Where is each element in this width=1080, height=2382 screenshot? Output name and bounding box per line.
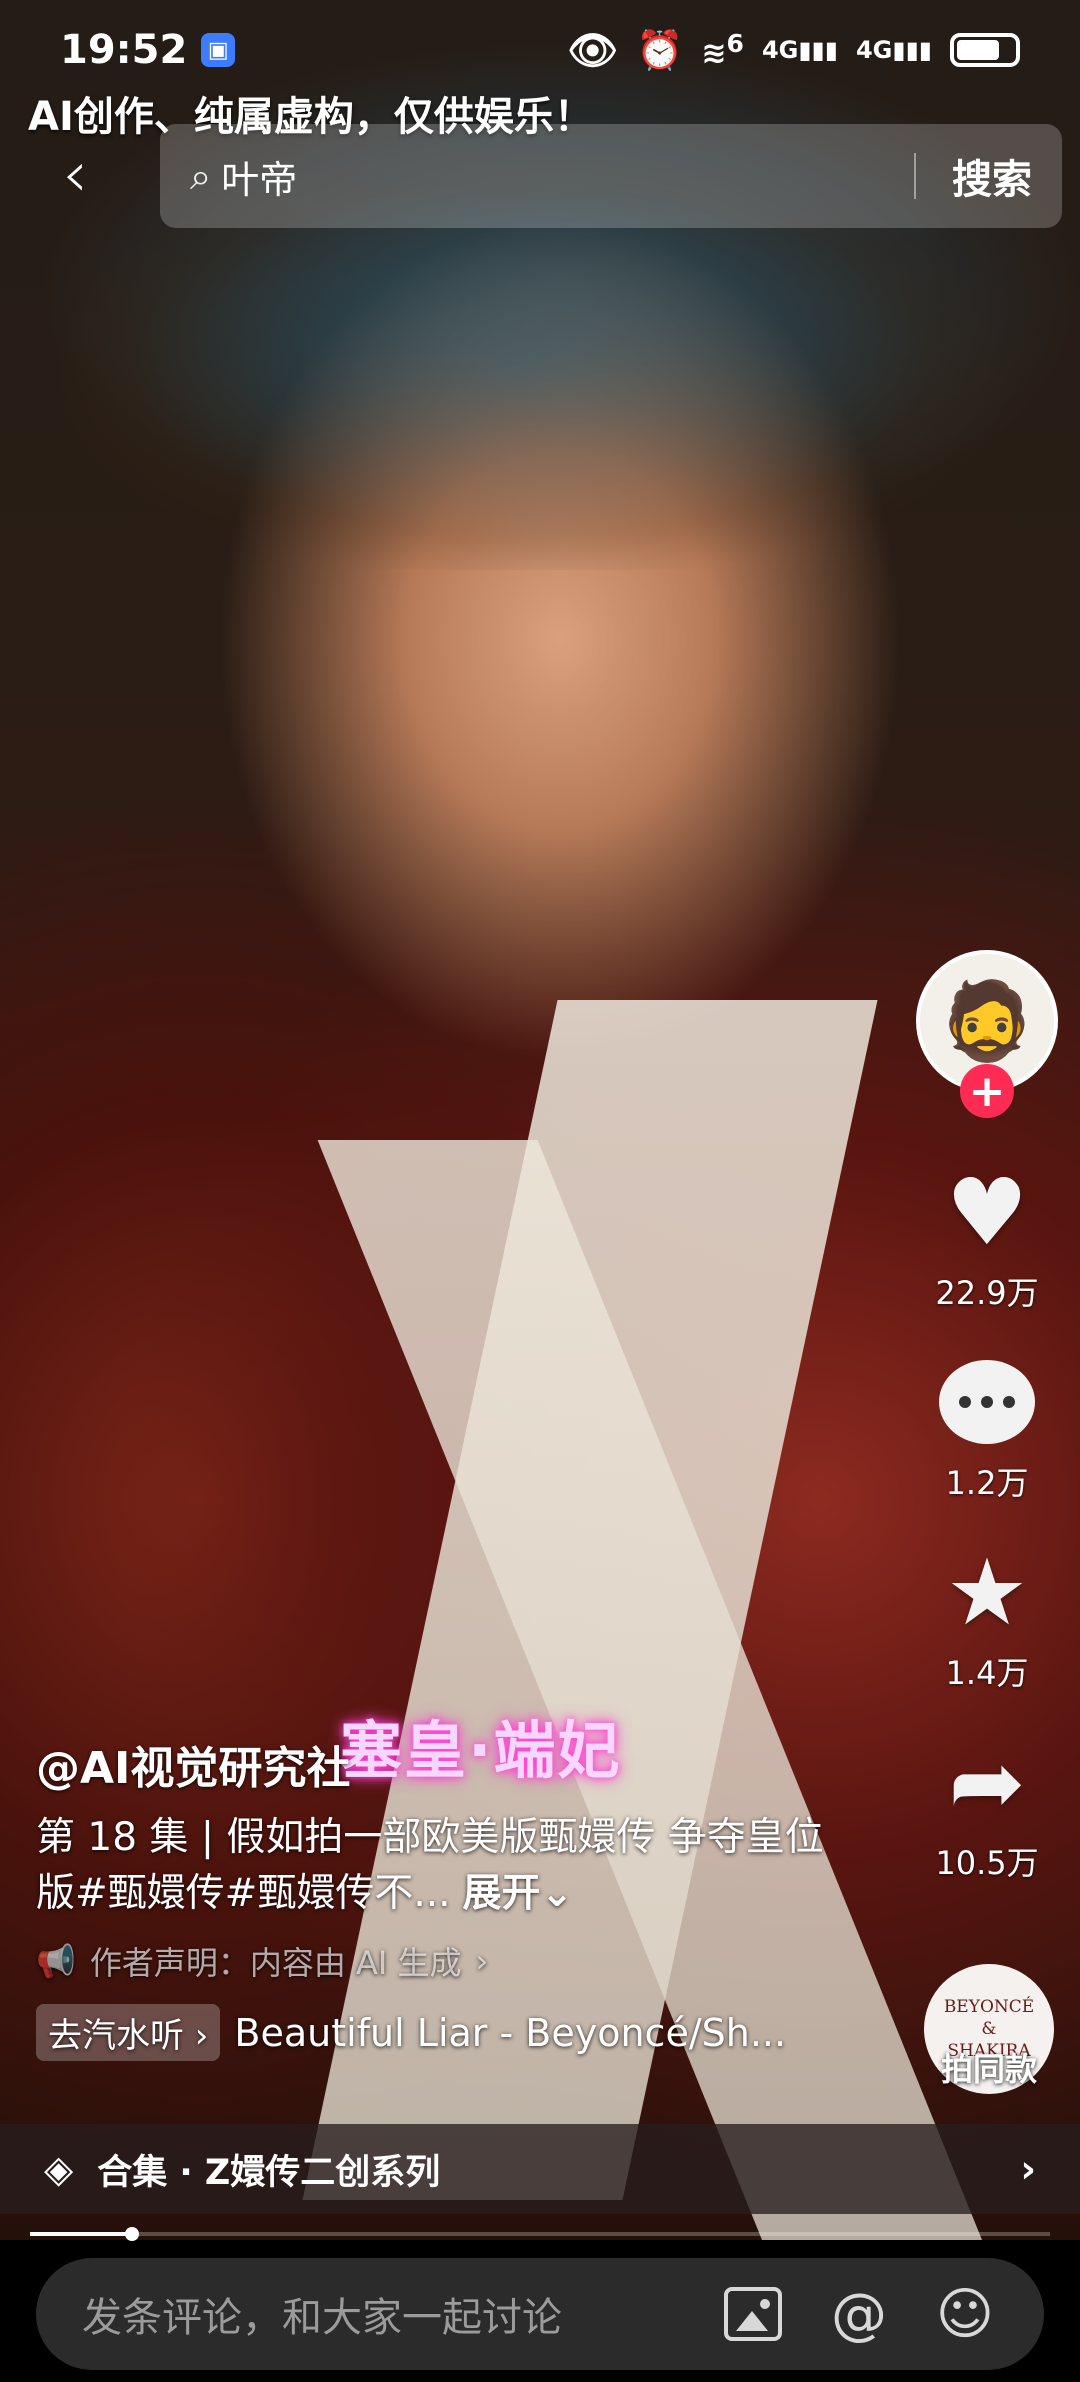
comment-input[interactable]: 发条评论，和大家一起讨论 xyxy=(82,2285,680,2343)
image-icon xyxy=(724,2287,782,2341)
music-disc-button[interactable]: BEYONCÉ & SHAKIRA 拍同款 xyxy=(924,1964,1054,2094)
follow-button[interactable]: + xyxy=(960,1064,1014,1118)
collection-bar[interactable]: ◈ 合集 · Z嬛传二创系列 › xyxy=(0,2124,1080,2214)
video-description[interactable]: 第 18 集 | 假如拍一部欧美版甄嬛传 争夺皇位版#甄嬛传#甄嬛传不... 展开… xyxy=(36,1810,826,1922)
comment-bar[interactable]: 发条评论，和大家一起讨论 @ ☺ xyxy=(36,2258,1044,2370)
status-icons: 👁 ⏰ ≋6 4G▮▮▮ 4G▮▮▮ xyxy=(567,27,1020,74)
cellular-signal-icon: 4G▮▮▮ xyxy=(855,36,932,64)
author-declaration[interactable]: 📢 作者声明：内容由 AI 生成 › xyxy=(36,1938,826,1984)
wifi-icon: ≋6 xyxy=(701,29,744,71)
search-divider xyxy=(914,153,916,199)
like-count: 22.9万 xyxy=(935,1274,1039,1312)
video-progress-knob[interactable] xyxy=(125,2227,139,2241)
chevron-right-icon: › xyxy=(1020,2147,1036,2191)
favorite-button[interactable]: ★ 1.4万 xyxy=(932,1538,1042,1694)
music-title: Beautiful Liar - Beyoncé/Sh... xyxy=(234,2010,787,2055)
share-count: 10.5万 xyxy=(935,1844,1039,1882)
comment-icon xyxy=(932,1352,1042,1452)
image-button[interactable] xyxy=(720,2281,786,2347)
app-notification-icon: ▣ xyxy=(201,33,236,67)
emoji-button[interactable]: ☺ xyxy=(932,2281,998,2347)
video-progress-fill xyxy=(30,2232,132,2236)
video-progress-bar[interactable] xyxy=(30,2227,1050,2241)
back-icon: ‹ xyxy=(62,138,88,212)
music-row[interactable]: 去汽水听 › Beautiful Liar - Beyoncé/Sh... xyxy=(36,2004,826,2061)
emoji-icon: ☺ xyxy=(935,2281,995,2347)
comment-button[interactable]: 1.2万 xyxy=(932,1352,1042,1504)
battery-icon xyxy=(950,33,1020,67)
share-icon: ➦ xyxy=(948,1728,1026,1836)
alarm-icon: ⏰ xyxy=(636,27,684,72)
status-time: 19:52 xyxy=(60,27,188,73)
star-icon: ★ xyxy=(945,1538,1029,1646)
collection-label: 合集 · Z嬛传二创系列 xyxy=(97,2152,441,2193)
plus-icon: + xyxy=(968,1065,1006,1117)
search-button[interactable]: 搜索 xyxy=(952,147,1032,205)
comment-count: 1.2万 xyxy=(945,1464,1029,1502)
at-button[interactable]: @ xyxy=(826,2281,892,2347)
heart-icon: ♥ xyxy=(945,1158,1029,1266)
search-icon: ⌕ xyxy=(190,153,212,198)
favorite-count: 1.4万 xyxy=(945,1654,1029,1692)
author-name[interactable]: @AI视觉研究社 xyxy=(36,1732,826,1796)
shoot-same-label[interactable]: 拍同款 xyxy=(918,2044,1060,2090)
search-bar[interactable]: ⌕ 搜索 xyxy=(160,124,1062,228)
chevron-right-icon: › xyxy=(475,1942,489,1980)
back-button[interactable]: ‹ xyxy=(40,138,110,212)
author-avatar-wrap[interactable]: 🧔 + xyxy=(916,950,1058,1118)
action-rail: 🧔 + ♥ 22.9万 1.2万 ★ 1.4万 ➦ 10.5万 xyxy=(912,950,1062,1922)
layers-icon: ◈ xyxy=(44,2147,74,2191)
like-button[interactable]: ♥ 22.9万 xyxy=(932,1158,1042,1314)
eye-icon: 👁 xyxy=(567,27,619,74)
search-input[interactable] xyxy=(219,153,878,199)
video-info: @AI视觉研究社 第 18 集 | 假如拍一部欧美版甄嬛传 争夺皇位版#甄嬛传#… xyxy=(36,1732,826,2061)
share-button[interactable]: ➦ 10.5万 xyxy=(932,1728,1042,1884)
megaphone-icon: 📢 xyxy=(36,1942,76,1980)
at-icon: @ xyxy=(831,2281,887,2347)
music-tag-button[interactable]: 去汽水听 › xyxy=(36,2004,221,2061)
expand-button[interactable]: 展开⌄ xyxy=(463,1871,574,1916)
cellular-signal-icon: 4G▮▮▮ xyxy=(761,36,838,64)
